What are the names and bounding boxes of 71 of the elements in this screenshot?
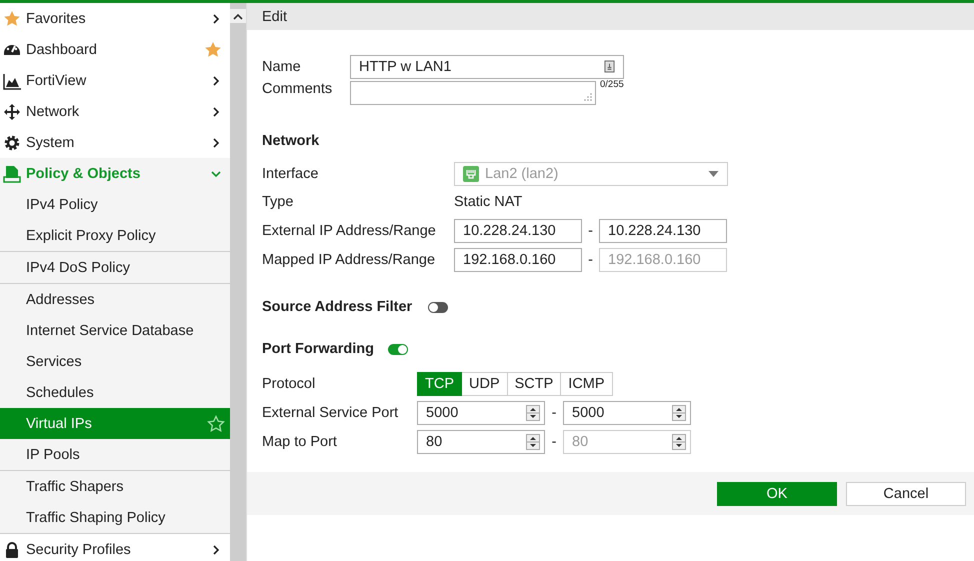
ip-field[interactable]: 192.168.0.160 bbox=[454, 248, 582, 272]
caret-icon bbox=[708, 170, 719, 176]
port-field[interactable]: 5000 bbox=[417, 400, 545, 424]
contact-card-icon bbox=[604, 60, 615, 73]
chart-icon bbox=[3, 72, 21, 90]
spinner-icon bbox=[526, 434, 540, 450]
dashboard-icon bbox=[3, 44, 21, 56]
toggle-switch[interactable] bbox=[388, 344, 408, 354]
range-separator: - bbox=[587, 252, 594, 268]
field-label: Protocol bbox=[262, 376, 316, 392]
field-label: Comments bbox=[262, 81, 334, 97]
field-label: Mapped IP Address/Range bbox=[262, 252, 436, 268]
sidebar-item[interactable]: Favorites bbox=[0, 3, 230, 34]
character-counter: 0/255 bbox=[600, 79, 624, 90]
field-label: Map to Port bbox=[262, 434, 338, 450]
field-label: Type bbox=[262, 194, 294, 210]
range-separator: - bbox=[550, 404, 558, 420]
sidebar-item[interactable]: IPv4 Policy bbox=[0, 189, 230, 220]
toggle-switch[interactable] bbox=[428, 302, 448, 312]
sidebar-item[interactable]: Dashboard bbox=[0, 34, 230, 65]
sidebar-item[interactable]: Addresses bbox=[0, 284, 230, 315]
lock-icon bbox=[3, 540, 21, 558]
sidebar-item[interactable]: System bbox=[0, 127, 230, 158]
ethernet-port-icon bbox=[463, 166, 479, 182]
protocol-option[interactable]: UDP bbox=[462, 372, 508, 396]
gear-icon bbox=[3, 134, 21, 152]
sidebar-item[interactable]: Services bbox=[0, 346, 230, 377]
panel-title: Edit bbox=[262, 8, 287, 24]
section-heading: Source Address Filter bbox=[262, 299, 412, 315]
cancel-button[interactable]: Cancel bbox=[846, 482, 966, 506]
sidebar-item[interactable]: Traffic Shapers bbox=[0, 471, 230, 502]
comments-field[interactable] bbox=[350, 81, 596, 105]
scroll-up-icon[interactable] bbox=[230, 9, 246, 23]
sidebar-item[interactable]: IP Pools bbox=[0, 439, 230, 470]
field-label: External Service Port bbox=[262, 404, 400, 420]
protocol-option[interactable]: ICMP bbox=[561, 372, 613, 396]
range-separator: - bbox=[550, 434, 558, 450]
field-label: Name bbox=[262, 58, 302, 74]
type-value: Static NAT bbox=[454, 194, 522, 210]
document-icon bbox=[3, 164, 21, 182]
ip-field[interactable]: 10.228.24.130 bbox=[454, 218, 582, 242]
port-field[interactable]: 80 bbox=[417, 430, 545, 454]
scrollbar[interactable] bbox=[230, 3, 246, 561]
sidebar-item[interactable]: Explicit Proxy Policy bbox=[0, 220, 230, 251]
sidebar-item[interactable]: FortiView bbox=[0, 65, 230, 96]
port-field[interactable]: 5000 bbox=[563, 400, 691, 424]
field-label: Interface bbox=[262, 166, 320, 182]
star-outline-icon bbox=[207, 414, 225, 432]
protocol-option[interactable]: TCP bbox=[417, 372, 462, 396]
sidebar-item[interactable]: Network bbox=[0, 96, 230, 127]
ok-button[interactable]: OK bbox=[717, 482, 837, 506]
spinner-icon bbox=[672, 404, 686, 420]
move-icon bbox=[3, 102, 21, 120]
name-field[interactable]: HTTP w LAN1 bbox=[350, 54, 624, 78]
sidebar-item[interactable]: Internet Service Database bbox=[0, 315, 230, 346]
section-heading: Port Forwarding bbox=[262, 341, 374, 357]
field-label: External IP Address/Range bbox=[262, 222, 437, 238]
protocol-option[interactable]: SCTP bbox=[508, 372, 562, 396]
spinner-icon bbox=[672, 434, 686, 450]
section-heading: Network bbox=[262, 133, 320, 149]
star-icon bbox=[204, 40, 222, 58]
range-separator: - bbox=[587, 222, 594, 238]
star-icon bbox=[3, 10, 21, 28]
sidebar-item[interactable]: Security Profiles bbox=[0, 534, 230, 561]
sidebar-item[interactable]: Schedules bbox=[0, 377, 230, 408]
sidebar-item[interactable]: Traffic Shaping Policy bbox=[0, 502, 230, 533]
spinner-icon bbox=[526, 404, 540, 420]
ip-field[interactable]: 10.228.24.130 bbox=[599, 218, 727, 242]
resize-grip-icon bbox=[584, 93, 592, 101]
sidebar-item[interactable]: IPv4 DoS Policy bbox=[0, 252, 230, 283]
sidebar-item[interactable]: Virtual IPs bbox=[0, 408, 230, 439]
